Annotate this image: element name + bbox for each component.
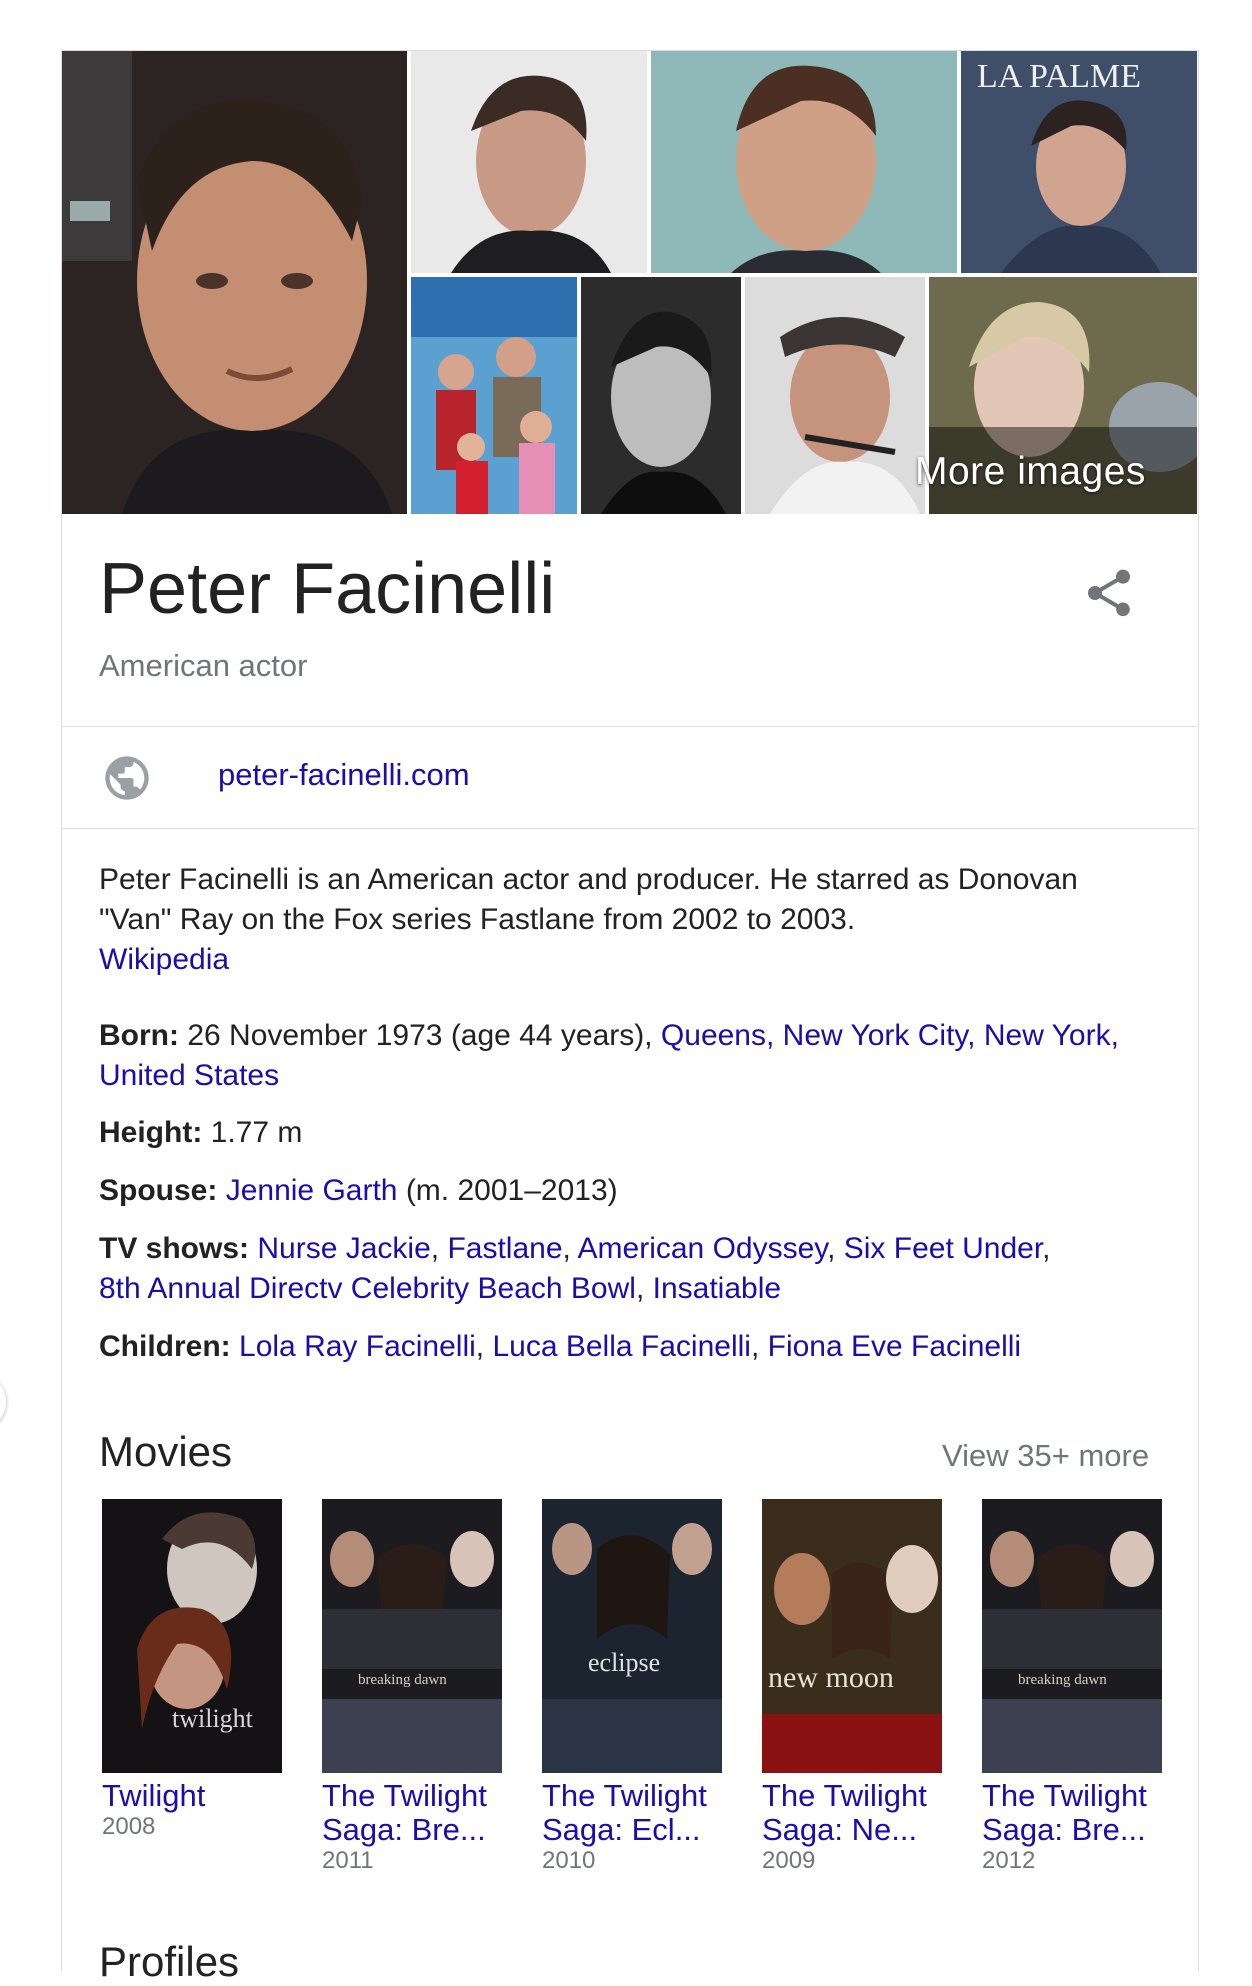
height-value: 1.77 m <box>202 1116 303 1149</box>
photo-3[interactable] <box>651 51 957 273</box>
movie-card[interactable]: new moon The Twilight Saga: Ne... 2009 <box>762 1499 962 1875</box>
share-icon[interactable] <box>1081 565 1137 626</box>
separator: , <box>635 1272 653 1305</box>
movie-year: 2012 <box>982 1847 1036 1874</box>
tv-show-link[interactable]: Six Feet Under <box>844 1232 1042 1265</box>
poster-title: eclipse <box>588 1648 660 1677</box>
poster-title: breaking dawn <box>1018 1672 1107 1688</box>
movie-poster[interactable]: eclipse <box>542 1499 722 1773</box>
child-link[interactable]: Lola Ray Facinelli <box>239 1330 476 1363</box>
fact-tv-shows: TV shows: Nurse Jackie, Fastlane, Americ… <box>99 1232 1051 1305</box>
photo-7[interactable] <box>745 277 925 514</box>
entity-subtitle: American actor <box>99 648 308 683</box>
movie-title-line2[interactable]: Saga: Bre... <box>982 1812 1146 1847</box>
movie-title-line1[interactable]: The Twilight <box>762 1778 927 1813</box>
movie-title-line2[interactable]: Saga: Ne... <box>762 1812 917 1847</box>
movie-poster[interactable]: breaking dawn <box>322 1499 502 1773</box>
website-link[interactable]: peter-facinelli.com <box>218 757 470 793</box>
movie-year: 2011 <box>322 1847 374 1874</box>
movie-title-line2[interactable]: Saga: Bre... <box>322 1812 486 1847</box>
fact-height: Height: 1.77 m <box>99 1113 1159 1153</box>
movie-title-line1[interactable]: The Twilight <box>542 1778 707 1813</box>
movie-title[interactable]: Twilight <box>102 1779 302 1813</box>
movie-poster[interactable]: new moon <box>762 1499 942 1773</box>
main-photo[interactable] <box>62 51 407 514</box>
fact-label: TV shows: <box>99 1232 250 1265</box>
fact-children: Children: Lola Ray Facinelli, Luca Bella… <box>99 1327 1159 1367</box>
magazine-logo: LA PALME <box>977 58 1141 95</box>
poster-title: twilight <box>172 1704 254 1733</box>
separator: , <box>562 1232 578 1265</box>
fact-spouse: Spouse: Jennie Garth (m. 2001–2013) <box>99 1171 1159 1211</box>
movie-year: 2009 <box>762 1847 816 1874</box>
fact-label: Height: <box>99 1116 203 1149</box>
globe-icon <box>101 752 153 809</box>
spouse-years: (m. 2001–2013) <box>397 1174 618 1207</box>
divider <box>62 828 1197 829</box>
movie-card[interactable]: twilight Twilight 2008 <box>102 1499 302 1841</box>
separator: , <box>430 1232 448 1265</box>
fact-label: Born: <box>99 1019 179 1052</box>
photo-2[interactable] <box>411 51 647 273</box>
view-more-movies-link[interactable]: View 35+ more <box>942 1438 1149 1474</box>
wikipedia-link[interactable]: Wikipedia <box>99 943 229 976</box>
movie-title-line2[interactable]: Saga: Ecl... <box>542 1812 701 1847</box>
movie-card[interactable]: breaking dawn The Twilight Saga: Bre... 2… <box>322 1499 522 1875</box>
photo-4[interactable]: LA PALME <box>961 51 1197 273</box>
photo-6[interactable] <box>581 277 741 514</box>
separator: , <box>827 1232 844 1265</box>
poster-title: new moon <box>768 1661 894 1694</box>
separator: , <box>475 1330 493 1363</box>
side-scroll-handle[interactable] <box>0 1374 6 1430</box>
movie-year: 2010 <box>542 1847 596 1874</box>
movie-title[interactable]: The Twilight Saga: Ecl... <box>542 1779 742 1847</box>
tv-show-link[interactable]: Fastlane <box>447 1232 562 1265</box>
movie-title-line1[interactable]: The Twilight <box>322 1778 487 1813</box>
photo-5[interactable] <box>411 277 577 514</box>
entity-title: Peter Facinelli <box>99 549 556 629</box>
movie-title[interactable]: The Twilight Saga: Bre... <box>982 1779 1182 1847</box>
movie-title-line1[interactable]: The Twilight <box>982 1778 1147 1813</box>
movie-poster[interactable]: breaking dawn <box>982 1499 1162 1773</box>
born-value: 26 November 1973 (age 44 years), <box>178 1019 661 1052</box>
movie-card[interactable]: eclipse The Twilight Saga: Ecl... 2010 <box>542 1499 742 1875</box>
spouse-link[interactable]: Jennie Garth <box>226 1174 398 1207</box>
tv-show-link[interactable]: Nurse Jackie <box>257 1232 430 1265</box>
movie-title[interactable]: The Twilight Saga: Bre... <box>322 1779 522 1847</box>
fact-label: Children: <box>99 1330 231 1363</box>
tv-show-link[interactable]: Insatiable <box>653 1272 781 1305</box>
movies-heading: Movies <box>99 1428 233 1475</box>
fact-label: Spouse: <box>99 1174 218 1207</box>
tv-show-link[interactable]: 8th Annual Directv Celebrity Beach Bowl <box>99 1272 636 1305</box>
tv-show-link[interactable]: American Odyssey <box>578 1232 828 1265</box>
child-link[interactable]: Fiona Eve Facinelli <box>768 1330 1021 1363</box>
movie-poster[interactable]: twilight <box>102 1499 282 1773</box>
description: Peter Facinelli is an American actor and… <box>99 860 1149 980</box>
divider <box>62 726 1197 727</box>
poster-title: breaking dawn <box>358 1672 447 1688</box>
more-images-link[interactable]: More images <box>915 450 1146 494</box>
child-link[interactable]: Luca Bella Facinelli <box>492 1330 750 1363</box>
movie-card[interactable]: breaking dawn The Twilight Saga: Bre... 2… <box>982 1499 1182 1875</box>
description-text: Peter Facinelli is an American actor and… <box>99 863 1078 936</box>
separator: , <box>750 1330 768 1363</box>
movie-title[interactable]: The Twilight Saga: Ne... <box>762 1779 962 1847</box>
profiles-heading: Profiles <box>99 1938 240 1985</box>
fact-born: Born: 26 November 1973 (age 44 years), Q… <box>99 1016 1159 1096</box>
movie-year: 2008 <box>102 1813 156 1840</box>
